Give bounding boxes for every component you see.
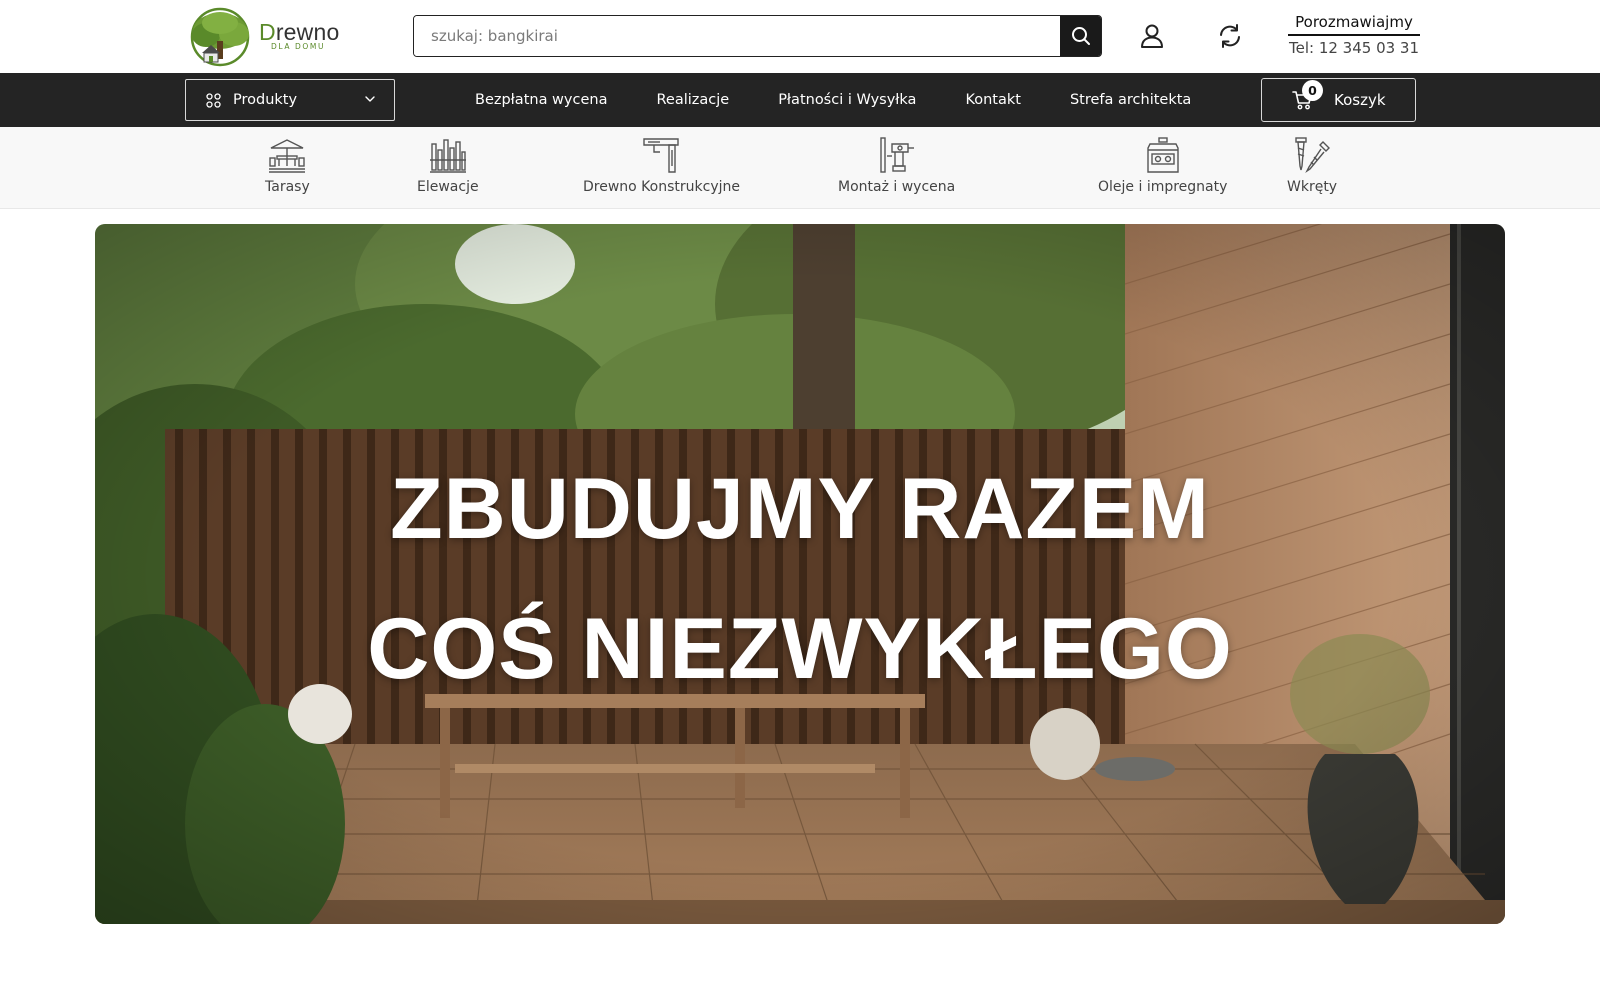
contact-block[interactable]: Porozmawiajmy Tel: 12 345 03 31 <box>1288 13 1420 58</box>
brand-name: Drewno <box>259 19 340 45</box>
cart-button[interactable]: 0 Koszyk <box>1261 78 1416 122</box>
category-terraces[interactable]: Tarasy <box>265 136 310 195</box>
top-header: Drewno DLA DOMU Porozmawiajmy Tel: 12 34… <box>0 0 1600 73</box>
nav-link-contact[interactable]: Kontakt <box>965 92 1021 108</box>
category-label: Montaż i wycena <box>838 179 956 195</box>
hero-heading-line-2: COŚ NIEZWYKŁEGO <box>367 601 1233 697</box>
category-label: Elewacje <box>417 179 479 195</box>
oil-can-icon <box>1147 137 1179 173</box>
main-navigation: Produkty Bezpłatna wycena Realizacje Pła… <box>0 73 1600 127</box>
account-button[interactable] <box>1138 22 1166 50</box>
category-label: Oleje i impregnaty <box>1098 179 1228 195</box>
cart-count-badge: 0 <box>1302 80 1323 101</box>
drill-icon <box>879 137 914 173</box>
terrace-hero-image <box>95 224 1505 924</box>
hero-banner[interactable]: ZBUDUJMY RAZEM COŚ NIEZWYKŁEGO <box>95 224 1505 924</box>
category-label: Drewno Konstrukcyjne <box>583 179 740 195</box>
products-label: Produkty <box>233 92 298 108</box>
category-label: Tarasy <box>265 179 310 195</box>
brand-logo[interactable]: Drewno DLA DOMU <box>184 6 344 67</box>
hero-heading-line-1: ZBUDUJMY RAZEM <box>390 461 1210 557</box>
cart-label: Koszyk <box>1334 91 1386 109</box>
category-oils-impregnates[interactable]: Oleje i impregnaty <box>1098 136 1227 195</box>
chevron-down-icon <box>365 96 375 102</box>
nav-link-free-quote[interactable]: Bezpłatna wycena <box>475 92 607 108</box>
cart-icon: 0 <box>1292 80 1323 111</box>
refresh-icon <box>1220 24 1240 48</box>
search-input[interactable] <box>414 16 1060 56</box>
terrace-icon <box>269 139 306 173</box>
nav-link-architect-zone[interactable]: Strefa architekta <box>1070 92 1191 108</box>
search-icon <box>1071 27 1090 45</box>
brand-wordmark: Drewno DLA DOMU <box>259 20 339 51</box>
compare-button[interactable] <box>1216 22 1244 50</box>
category-structural-timber[interactable]: Drewno Konstrukcyjne <box>583 136 740 195</box>
nav-link-projects[interactable]: Realizacje <box>656 92 729 108</box>
user-icon <box>1141 24 1163 48</box>
products-dropdown-button[interactable]: Produkty <box>185 79 395 121</box>
category-bar: Tarasy Elewacje Drewno Konstrukcyjne Mon… <box>0 127 1600 209</box>
search-button[interactable] <box>1060 16 1101 56</box>
search-bar <box>413 15 1102 57</box>
contact-phone[interactable]: Tel: 12 345 03 31 <box>1288 38 1420 58</box>
nav-link-payment-shipping[interactable]: Płatności i Wysyłka <box>778 92 916 108</box>
facade-icon <box>429 139 466 173</box>
category-label: Wkręty <box>1287 179 1338 195</box>
nav-links: Bezpłatna wycena Realizacje Płatności i … <box>475 73 1240 127</box>
contact-title: Porozmawiajmy <box>1288 13 1420 36</box>
beam-icon <box>643 138 680 173</box>
grid-icon <box>206 92 221 108</box>
tree-house-logo-icon <box>184 7 256 67</box>
category-facades[interactable]: Elewacje <box>417 136 479 195</box>
category-screws[interactable]: Wkręty <box>1287 136 1337 195</box>
screw-icon <box>1295 137 1331 174</box>
category-installation-quote[interactable]: Montaż i wycena <box>838 136 955 195</box>
